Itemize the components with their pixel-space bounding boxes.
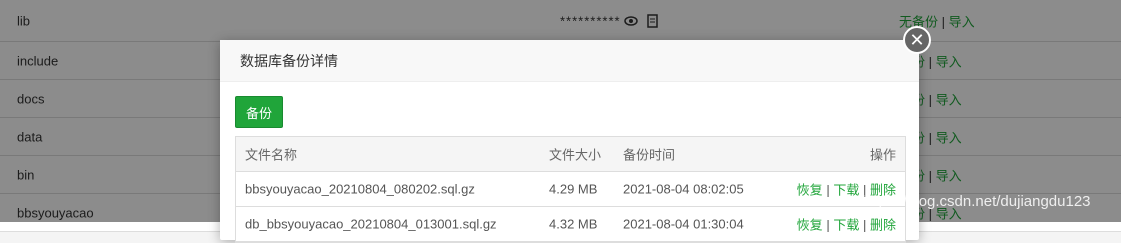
- backup-time: 2021-08-04 08:02:05: [623, 181, 744, 197]
- table-row: bbsyouyacao_20210804_080202.sql.gz 4.29 …: [236, 172, 905, 207]
- column-ops: 操作: [869, 147, 896, 163]
- restore-link[interactable]: 恢复: [797, 183, 823, 198]
- backup-button[interactable]: 备份: [235, 96, 283, 128]
- backup-filename: db_bbsyouyacao_20210804_013001.sql.gz: [245, 216, 497, 232]
- backup-table: 文件名称 文件大小 备份时间 操作 bbsyouyacao_20210804_0…: [235, 136, 906, 243]
- download-link[interactable]: 下载: [833, 218, 859, 233]
- separator: |: [826, 182, 830, 198]
- table-row: db_bbsyouyacao_20210804_013001.sql.gz 4.…: [236, 207, 905, 242]
- backup-size: 4.29 MB: [549, 181, 598, 197]
- modal-title: 数据库备份详情: [240, 52, 338, 69]
- restore-link[interactable]: 恢复: [797, 218, 823, 233]
- column-size: 文件大小: [549, 147, 602, 163]
- backup-filename: bbsyouyacao_20210804_080202.sql.gz: [245, 181, 475, 197]
- download-link[interactable]: 下载: [833, 183, 859, 198]
- row-actions: 恢复 | 下载 | 删除: [797, 215, 896, 234]
- backup-time: 2021-08-04 01:30:04: [623, 216, 744, 232]
- backup-details-modal: 数据库备份详情 备份 文件名称 文件大小 备份时间 操作 bbsyouyacao…: [220, 40, 919, 243]
- backup-size: 4.32 MB: [549, 216, 598, 232]
- column-time: 备份时间: [623, 147, 676, 163]
- column-filename: 文件名称: [245, 147, 298, 163]
- separator: |: [862, 217, 867, 233]
- separator: |: [826, 217, 830, 233]
- close-icon[interactable]: ✕: [903, 26, 931, 54]
- watermark: https://blog.csdn.net/dujiangdu123: [862, 193, 1091, 210]
- table-header: 文件名称 文件大小 备份时间 操作: [236, 137, 905, 172]
- modal-header: 数据库备份详情: [220, 40, 919, 82]
- delete-link[interactable]: 删除: [870, 218, 896, 233]
